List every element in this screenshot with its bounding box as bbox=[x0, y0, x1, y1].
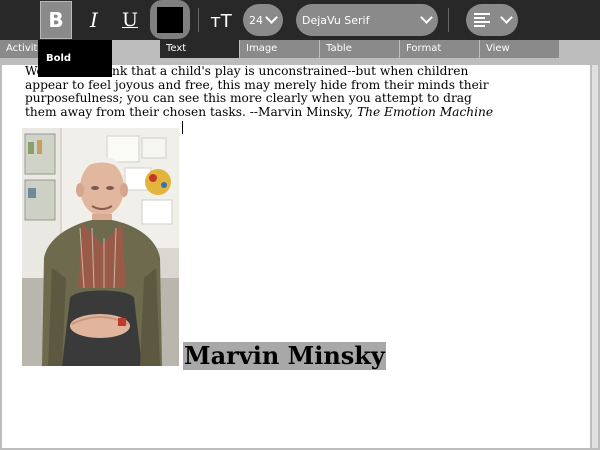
tab-image[interactable]: Image bbox=[240, 40, 320, 58]
tab-format[interactable]: Format bbox=[400, 40, 480, 58]
portrait-photo[interactable] bbox=[22, 128, 179, 366]
font-size-icon: тT bbox=[210, 11, 232, 32]
font-size-value: 24 bbox=[249, 13, 263, 27]
tab-text[interactable]: Text bbox=[160, 40, 240, 58]
vertical-scrollbar[interactable] bbox=[592, 65, 598, 448]
font-family-combo[interactable]: DejaVu Serif bbox=[296, 4, 438, 36]
quote-line: them away from their chosen tasks. --Mar… bbox=[25, 104, 495, 120]
portrait-photo-graphic bbox=[22, 128, 179, 366]
book-title: The Emotion Machine bbox=[356, 104, 494, 119]
align-left-icon bbox=[474, 13, 490, 27]
chevron-down-icon bbox=[265, 11, 278, 24]
color-swatch bbox=[157, 6, 183, 33]
quote-attribution: them away from their chosen tasks. --Mar… bbox=[25, 104, 357, 119]
quote-line: appear to feel joyous and free, this may… bbox=[25, 77, 489, 92]
alignment-combo[interactable] bbox=[466, 4, 518, 36]
bold-button[interactable]: B bbox=[40, 1, 72, 39]
text-color-button[interactable] bbox=[150, 0, 190, 39]
text-caret bbox=[182, 121, 183, 134]
bold-tooltip: Bold bbox=[38, 40, 112, 77]
name-heading[interactable]: Marvin Minsky bbox=[183, 342, 386, 370]
tab-table[interactable]: Table bbox=[320, 40, 400, 58]
font-size-combo[interactable]: 24 bbox=[243, 4, 283, 36]
italic-button[interactable]: I bbox=[78, 4, 110, 36]
toolbar: B I U тT 24 DejaVu Serif bbox=[0, 0, 600, 40]
quote-line: purposefulness; you can see this more cl… bbox=[25, 91, 472, 106]
toolbar-separator bbox=[198, 8, 199, 32]
font-family-value: DejaVu Serif bbox=[302, 13, 370, 27]
toolbar-separator bbox=[448, 8, 449, 32]
chevron-down-icon bbox=[420, 11, 433, 24]
chevron-down-icon bbox=[500, 11, 513, 24]
underline-button[interactable]: U bbox=[114, 4, 146, 36]
document-canvas[interactable]: We tend to think that a child's play is … bbox=[2, 65, 590, 448]
tab-view[interactable]: View bbox=[480, 40, 560, 58]
